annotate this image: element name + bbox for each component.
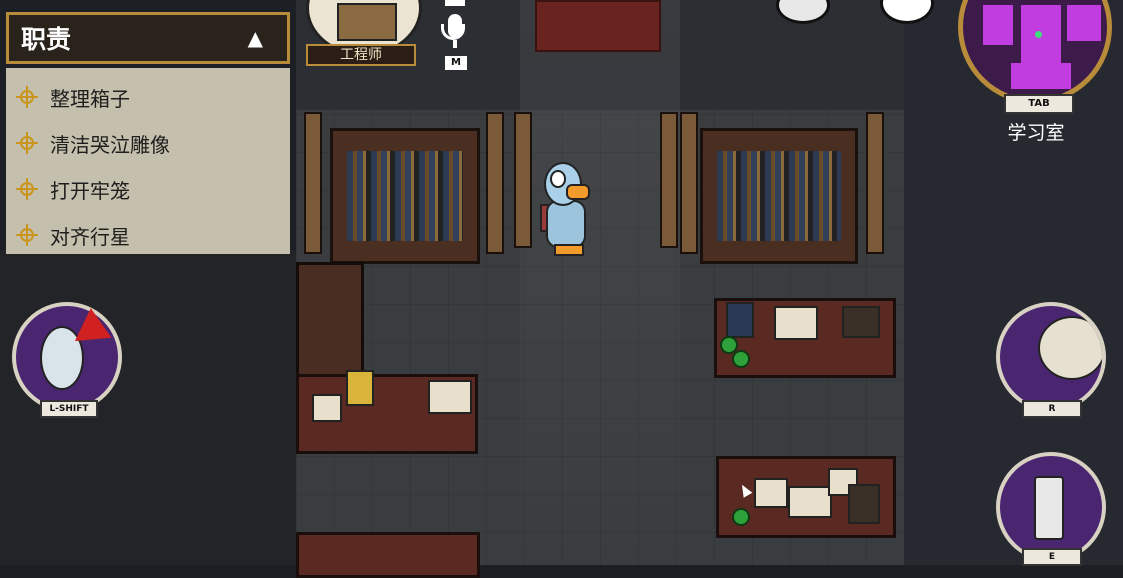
crosshair-icon: [16, 86, 38, 108]
duty-item[interactable]: 整理箱子: [6, 74, 290, 120]
duty-label: 清洁哭泣雕像: [50, 132, 170, 157]
green-potion: [732, 508, 750, 526]
book: [346, 370, 374, 406]
crosshair-icon: [16, 132, 38, 154]
red-rug: [535, 0, 661, 52]
book-stack: [848, 484, 880, 524]
books: [347, 151, 463, 241]
pillar: [866, 112, 884, 254]
book: [842, 306, 880, 338]
pillar: [304, 112, 322, 254]
green-potion: [732, 350, 750, 368]
goose-feet: [554, 244, 584, 256]
pillar: [514, 112, 532, 248]
wrench-icon: [1034, 476, 1064, 540]
bookshelf-left[interactable]: [330, 128, 480, 264]
pillar: [486, 112, 504, 254]
duty-item[interactable]: 清洁哭泣雕像: [6, 120, 290, 166]
light-beam: [520, 0, 680, 565]
goose-beak: [566, 184, 590, 200]
player-marker-icon: [1035, 31, 1042, 38]
ability-key: L-SHIFT: [40, 400, 98, 418]
ability-key: R: [1022, 400, 1082, 418]
wooden-door[interactable]: [296, 262, 364, 378]
book: [312, 394, 342, 422]
ability-sprint[interactable]: [12, 302, 122, 412]
current-room-name: 学习室: [1007, 122, 1065, 144]
collapse-caret-icon[interactable]: ▲: [248, 26, 263, 50]
ability-key: E: [1022, 548, 1082, 566]
minimap-room: [1067, 5, 1101, 41]
microphone-stem-icon: [453, 40, 457, 48]
key-hint: [445, 0, 465, 6]
goose-megaphone-icon: [1038, 316, 1102, 380]
toolbox-icon: [337, 3, 397, 41]
duty-item[interactable]: 打开牢笼: [6, 166, 290, 212]
goose-eye: [550, 170, 566, 188]
bookshelf-right[interactable]: [700, 128, 858, 264]
open-book: [788, 486, 832, 518]
duties-header[interactable]: 职责 ▲: [6, 12, 290, 64]
open-book: [774, 306, 818, 340]
role-label: 工程师: [306, 44, 416, 66]
crosshair-icon: [16, 178, 38, 200]
goose-body: [546, 200, 586, 248]
book: [726, 302, 754, 338]
duty-label: 整理箱子: [50, 86, 130, 111]
minimap-key: TAB: [1004, 94, 1074, 114]
ability-report[interactable]: [996, 302, 1106, 412]
books: [717, 151, 841, 241]
ability-use[interactable]: [996, 452, 1106, 562]
paper: [754, 478, 788, 508]
duties-title: 职责: [21, 25, 72, 54]
crosshair-icon: [16, 224, 38, 246]
player-goose: [540, 162, 594, 256]
open-book: [428, 380, 472, 414]
duty-item[interactable]: 对齐行星: [6, 212, 290, 258]
duty-label: 打开牢笼: [50, 178, 130, 203]
pillar: [660, 112, 678, 248]
minimap-room: [1011, 63, 1071, 89]
voice-key: M: [445, 56, 467, 70]
duties-list: 整理箱子 清洁哭泣雕像 打开牢笼 对齐行星: [6, 68, 290, 254]
pillar: [680, 112, 698, 254]
duty-label: 对齐行星: [50, 224, 130, 249]
table-bottom-left: [296, 532, 480, 578]
minimap-room: [983, 5, 1013, 45]
